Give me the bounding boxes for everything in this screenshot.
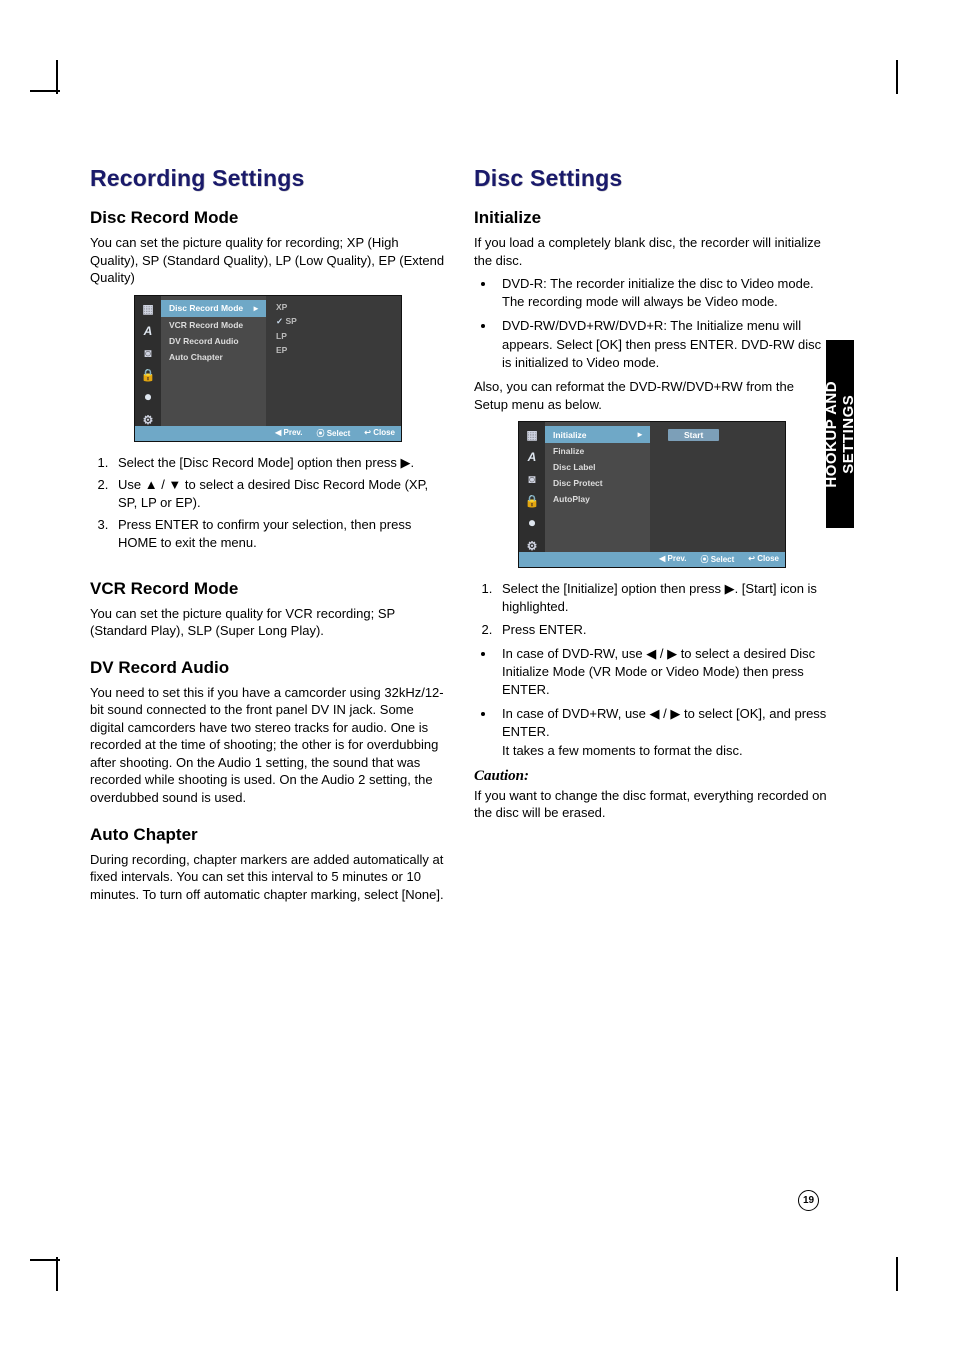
crop-mark: [896, 1257, 898, 1291]
recording-settings-title: Recording Settings: [90, 165, 446, 192]
vcr-record-mode-heading: VCR Record Mode: [90, 579, 446, 599]
initialize-steps: Select the [Initialize] option then pres…: [474, 580, 830, 639]
disc-record-mode-heading: Disc Record Mode: [90, 208, 446, 228]
step: Select the [Initialize] option then pres…: [496, 580, 830, 616]
initialize-desc: If you load a completely blank disc, the…: [474, 234, 830, 269]
osd-options: Start: [650, 422, 785, 552]
osd-prev: ◀ Prev.: [275, 428, 302, 439]
bullet: In case of DVD-RW, use ◀ / ▶ to select a…: [496, 645, 830, 700]
osd-footer: ◀ Prev. ⦿ Select ↩ Close: [135, 426, 401, 441]
disc-record-mode-desc: You can set the picture quality for reco…: [90, 234, 446, 287]
column-right: Disc Settings Initialize If you load a c…: [474, 165, 830, 909]
osd-menu-item: DV Record Audio: [161, 333, 266, 349]
osd-option-selected: SP: [266, 314, 401, 329]
tv-icon: ▦: [525, 428, 540, 442]
osd-menu-list: Initialize▸ Finalize Disc Label Disc Pro…: [545, 422, 650, 552]
step: Press ENTER to confirm your selection, t…: [112, 516, 446, 552]
osd-options: XP SP LP EP: [266, 296, 401, 426]
bullet-text: In case of DVD+RW, use ◀ / ▶ to select […: [502, 706, 826, 739]
osd-menu-item: Disc Protect: [545, 475, 650, 491]
osd-menu-list: Disc Record Mode▸ VCR Record Mode DV Rec…: [161, 296, 266, 426]
osd-disc: ▦ A ◙ 🔒 ⏺ ⚙ Initialize▸ Finalize Disc La…: [518, 421, 786, 568]
crop-mark: [896, 60, 898, 94]
osd-prev: ◀ Prev.: [659, 554, 686, 565]
osd-option: LP: [266, 329, 401, 343]
osd-close: ↩ Close: [364, 428, 395, 439]
page: HOOKUP AND SETTINGS Recording Settings D…: [0, 0, 954, 1351]
rec-icon: ⏺: [525, 516, 540, 531]
gear-icon: ⚙: [525, 539, 540, 553]
osd-option: XP: [266, 300, 401, 314]
osd-menu-item: Initialize▸: [545, 426, 650, 443]
osd-menu-item: Auto Chapter: [161, 349, 266, 365]
rec-icon: ⏺: [141, 390, 156, 405]
osd-start-button: Start: [668, 429, 719, 441]
bullet: In case of DVD+RW, use ◀ / ▶ to select […: [496, 705, 830, 760]
osd-menu-item: AutoPlay: [545, 491, 650, 507]
crop-mark: [30, 1259, 60, 1261]
caution-heading: Caution:: [474, 768, 830, 785]
initialize-heading: Initialize: [474, 208, 830, 228]
crop-mark: [30, 90, 60, 92]
osd-icon-strip: ▦ A ◙ 🔒 ⏺ ⚙: [135, 296, 161, 426]
osd-recording: ▦ A ◙ 🔒 ⏺ ⚙ Disc Record Mode▸ VCR Record…: [134, 295, 402, 442]
bullet-text-extra: It takes a few moments to format the dis…: [502, 743, 743, 758]
osd-menu-item: Disc Record Mode▸: [161, 300, 266, 317]
osd-close: ↩ Close: [748, 554, 779, 565]
osd-icon-strip: ▦ A ◙ 🔒 ⏺ ⚙: [519, 422, 545, 552]
auto-chapter-heading: Auto Chapter: [90, 825, 446, 845]
page-number: 19: [798, 1190, 819, 1211]
osd-menu-item: Finalize: [545, 443, 650, 459]
osd-menu-item: Disc Label: [545, 459, 650, 475]
bullet: DVD-RW/DVD+RW/DVD+R: The Initialize menu…: [496, 317, 830, 372]
disc-icon: ◙: [525, 472, 540, 486]
tv-icon: ▦: [141, 302, 156, 316]
disc-icon: ◙: [141, 346, 156, 360]
step: Press ENTER.: [496, 621, 830, 639]
bullet: DVD-R: The recorder initialize the disc …: [496, 275, 830, 311]
osd-option: EP: [266, 343, 401, 357]
step: Use ▲ / ▼ to select a desired Disc Recor…: [112, 476, 446, 512]
lock-icon: 🔒: [141, 368, 156, 382]
dv-record-audio-desc: You need to set this if you have a camco…: [90, 684, 446, 807]
auto-chapter-desc: During recording, chapter markers are ad…: [90, 851, 446, 904]
crop-mark: [56, 1257, 58, 1291]
vcr-record-mode-desc: You can set the picture quality for VCR …: [90, 605, 446, 640]
lock-icon: 🔒: [525, 494, 540, 508]
initialize-bullets-2: In case of DVD-RW, use ◀ / ▶ to select a…: [474, 645, 830, 760]
letter-a-icon: A: [525, 450, 540, 464]
content-area: Recording Settings Disc Record Mode You …: [90, 165, 830, 909]
section-tab: HOOKUP AND SETTINGS: [826, 340, 854, 528]
osd-select: ⦿ Select: [700, 554, 734, 565]
osd-select: ⦿ Select: [316, 428, 350, 439]
letter-a-icon: A: [141, 324, 156, 338]
column-left: Recording Settings Disc Record Mode You …: [90, 165, 446, 909]
initialize-desc-2: Also, you can reformat the DVD-RW/DVD+RW…: [474, 378, 830, 413]
dv-record-audio-heading: DV Record Audio: [90, 658, 446, 678]
step: Select the [Disc Record Mode] option the…: [112, 454, 446, 472]
osd-menu-item: VCR Record Mode: [161, 317, 266, 333]
gear-icon: ⚙: [141, 413, 156, 427]
disc-settings-title: Disc Settings: [474, 165, 830, 192]
section-tab-line2: SETTINGS: [840, 395, 857, 474]
initialize-bullets-1: DVD-R: The recorder initialize the disc …: [474, 275, 830, 372]
osd-footer: ◀ Prev. ⦿ Select ↩ Close: [519, 552, 785, 567]
crop-mark: [56, 60, 58, 94]
disc-record-mode-steps: Select the [Disc Record Mode] option the…: [90, 454, 446, 553]
caution-text: If you want to change the disc format, e…: [474, 787, 830, 822]
